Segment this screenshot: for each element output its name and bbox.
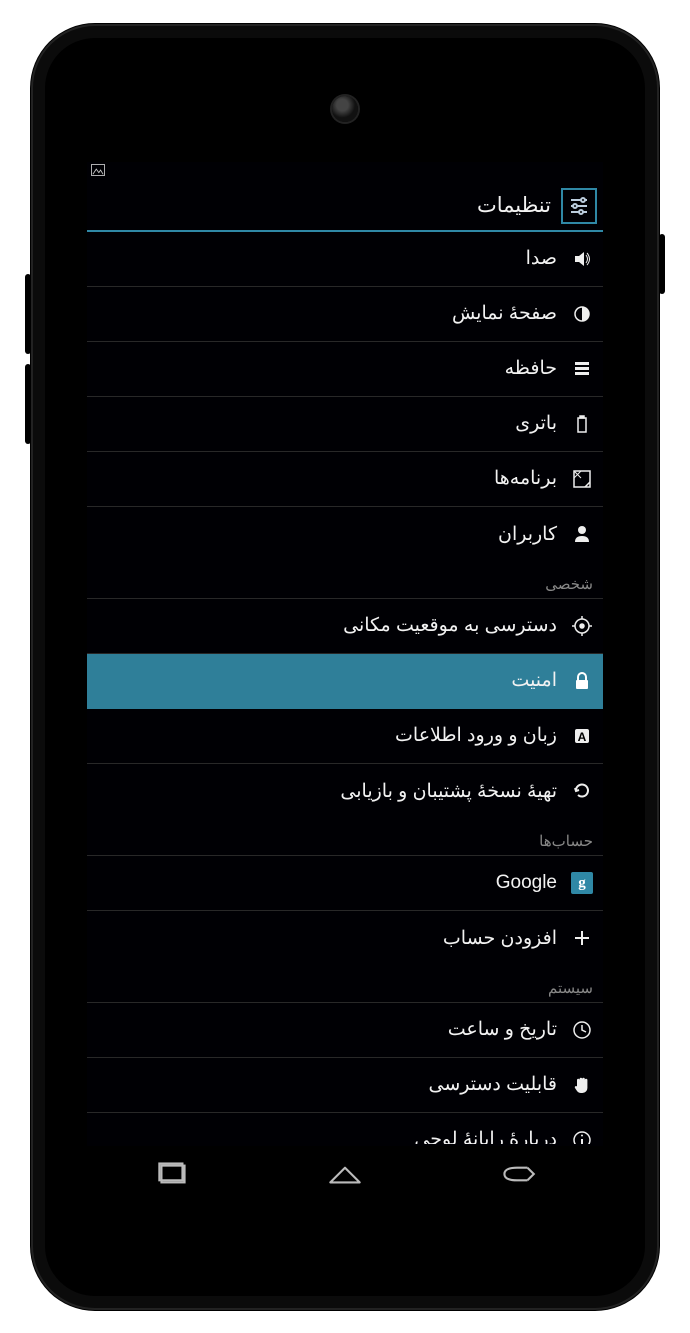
row-storage[interactable]: حافظه — [87, 342, 603, 397]
recent-apps-button[interactable] — [152, 1159, 194, 1194]
row-about[interactable]: دربارهٔ رایانهٔ لوحی — [87, 1113, 603, 1144]
brightness-icon — [571, 303, 593, 325]
language-icon: A — [571, 725, 593, 747]
status-bar — [87, 162, 603, 182]
row-backup[interactable]: تهیهٔ نسخهٔ پشتیبان و بازیابی — [87, 764, 603, 819]
earpiece — [332, 96, 358, 122]
page-title: تنظیمات — [477, 193, 551, 218]
volume-up-hw — [25, 274, 31, 354]
row-battery[interactable]: باتری — [87, 397, 603, 452]
back-button[interactable] — [496, 1159, 538, 1194]
row-label: برنامه‌ها — [494, 467, 557, 490]
action-bar: تنظیمات — [87, 182, 603, 232]
row-language[interactable]: A زبان و ورود اطلاعات — [87, 709, 603, 764]
clock-icon — [571, 1019, 593, 1041]
plus-icon — [571, 927, 593, 949]
row-sound[interactable]: صدا — [87, 232, 603, 287]
navigation-bar — [87, 1148, 603, 1206]
row-apps[interactable]: برنامه‌ها — [87, 452, 603, 507]
settings-list[interactable]: صدا صفحهٔ نمایش حافظه — [87, 232, 603, 1144]
screen: تنظیمات صدا صفحهٔ نمایش — [87, 162, 603, 1146]
row-label: باتری — [515, 412, 557, 435]
row-display[interactable]: صفحهٔ نمایش — [87, 287, 603, 342]
power-hw — [659, 234, 665, 294]
section-system: سیستم — [87, 966, 603, 1003]
row-datetime[interactable]: تاریخ و ساعت — [87, 1003, 603, 1058]
row-google[interactable]: g Google — [87, 856, 603, 911]
row-label: امنیت — [511, 669, 557, 692]
home-button[interactable] — [324, 1159, 366, 1194]
section-accounts: حساب‌ها — [87, 819, 603, 856]
row-label: قابلیت دسترسی — [429, 1073, 557, 1096]
battery-icon — [571, 413, 593, 435]
apps-icon — [571, 468, 593, 490]
row-users[interactable]: کاربران — [87, 507, 603, 562]
row-label: تهیهٔ نسخهٔ پشتیبان و بازیابی — [340, 780, 557, 803]
hand-icon — [571, 1074, 593, 1096]
row-label: دربارهٔ رایانهٔ لوحی — [414, 1128, 557, 1144]
backup-icon — [571, 780, 593, 802]
row-label: دسترسی به موقعیت مکانی — [343, 614, 557, 637]
google-icon: g — [571, 872, 593, 894]
row-security[interactable]: امنیت — [87, 654, 603, 709]
row-label: زبان و ورود اطلاعات — [395, 724, 557, 747]
section-personal: شخصی — [87, 562, 603, 599]
settings-icon[interactable] — [561, 188, 597, 224]
users-icon — [571, 523, 593, 545]
row-accessibility[interactable]: قابلیت دسترسی — [87, 1058, 603, 1113]
svg-text:A: A — [578, 730, 587, 744]
row-label: افزودن حساب — [443, 927, 557, 950]
lock-icon — [571, 670, 593, 692]
row-label: تاریخ و ساعت — [448, 1018, 557, 1041]
device-frame: تنظیمات صدا صفحهٔ نمایش — [31, 24, 659, 1310]
row-label: صفحهٔ نمایش — [452, 302, 557, 325]
row-label: Google — [496, 872, 557, 894]
row-location[interactable]: دسترسی به موقعیت مکانی — [87, 599, 603, 654]
row-label: کاربران — [498, 523, 557, 546]
speaker-icon — [571, 248, 593, 270]
info-icon — [571, 1129, 593, 1144]
row-add-account[interactable]: افزودن حساب — [87, 911, 603, 966]
location-icon — [571, 615, 593, 637]
storage-icon — [571, 358, 593, 380]
volume-down-hw — [25, 364, 31, 444]
row-label: حافظه — [505, 357, 557, 380]
picture-icon — [91, 163, 105, 181]
row-label: صدا — [526, 247, 557, 270]
